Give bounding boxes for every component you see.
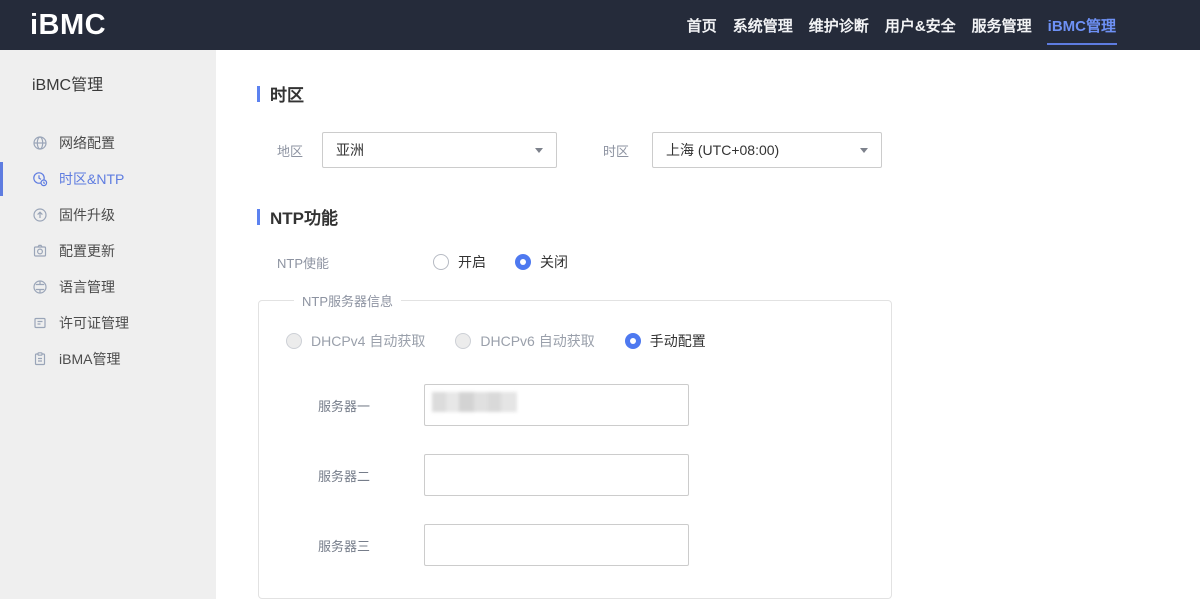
ntp-enable-on-radio[interactable]: 开启	[433, 252, 486, 272]
sidebar-item-label: 配置更新	[59, 241, 115, 261]
radio-checked-icon	[625, 333, 641, 349]
sidebar-item-label: 网络配置	[59, 133, 115, 153]
language-icon	[31, 279, 48, 296]
sidebar-item-label: 语言管理	[59, 277, 115, 297]
server-two-input-wrap	[424, 454, 689, 496]
server-one-input-wrap	[424, 384, 689, 426]
manual-config-radio[interactable]: 手动配置	[625, 331, 706, 351]
radio-unchecked-icon	[433, 254, 449, 270]
dhcpv4-auto-radio[interactable]: DHCPv4 自动获取	[286, 331, 425, 351]
sidebar-item-label: 时区&NTP	[59, 169, 124, 189]
sidebar-item-firmware-upgrade[interactable]: 固件升级	[0, 197, 216, 233]
region-select-value: 亚洲	[336, 140, 364, 160]
radio-checked-icon	[515, 254, 531, 270]
radio-disabled-icon	[286, 333, 302, 349]
nav-item-maintenance[interactable]: 维护诊断	[808, 0, 870, 50]
timezone-select[interactable]: 上海 (UTC+08:00)	[652, 132, 882, 168]
ntp-section: NTP功能 NTP使能 开启 关闭 NTP服务器信息 DHC	[257, 204, 1200, 599]
timezone-select-value: 上海 (UTC+08:00)	[666, 140, 779, 160]
timezone-section-title: 时区	[257, 50, 1200, 106]
nav-item-user-security[interactable]: 用户&安全	[884, 0, 957, 50]
sidebar-item-config-update[interactable]: 配置更新	[0, 233, 216, 269]
firmware-upgrade-icon	[31, 207, 48, 224]
sidebar-item-timezone-ntp[interactable]: 时区&NTP	[0, 161, 216, 197]
config-update-icon	[31, 243, 48, 260]
sidebar-item-network-config[interactable]: 网络配置	[0, 125, 216, 161]
timezone-form-row: 地区 亚洲 时区 上海 (UTC+08:00)	[257, 132, 1200, 168]
sidebar-menu: 网络配置 时区&NTP 固件升级	[0, 125, 216, 377]
server-three-row: 服务器三	[286, 524, 891, 566]
sidebar-item-label: 许可证管理	[59, 313, 129, 333]
timezone-clock-icon	[31, 171, 48, 188]
ntp-server-group-legend: NTP服务器信息	[294, 291, 401, 310]
dhcpv6-auto-radio[interactable]: DHCPv6 自动获取	[455, 331, 594, 351]
server-three-input[interactable]	[424, 524, 689, 566]
ntp-enable-label: NTP使能	[277, 253, 433, 272]
top-navigation: 首页 系统管理 维护诊断 用户&安全 服务管理 iBMC管理	[686, 0, 1117, 50]
top-bar: iBMC 首页 系统管理 维护诊断 用户&安全 服务管理 iBMC管理	[0, 0, 1200, 50]
nav-item-service[interactable]: 服务管理	[971, 0, 1033, 50]
server-three-input-wrap	[424, 524, 689, 566]
ntp-section-title: NTP功能	[257, 204, 1200, 229]
sidebar-item-license[interactable]: 许可证管理	[0, 305, 216, 341]
server-two-row: 服务器二	[286, 454, 891, 496]
server-one-input[interactable]	[424, 384, 689, 426]
title-accent-bar	[257, 86, 260, 102]
nav-item-system[interactable]: 系统管理	[732, 0, 794, 50]
main-content: 时区 地区 亚洲 时区 上海 (UTC+08:00) NTP功能	[216, 50, 1200, 599]
region-select[interactable]: 亚洲	[322, 132, 557, 168]
server-one-row: 服务器一	[286, 384, 891, 426]
sidebar-item-ibma[interactable]: iBMA管理	[0, 341, 216, 377]
ntp-server-group: NTP服务器信息 DHCPv4 自动获取 DHCPv6 自动获取 手动配置	[258, 291, 892, 599]
ntp-enable-off-radio[interactable]: 关闭	[515, 252, 568, 272]
sidebar-item-label: 固件升级	[59, 205, 115, 225]
sidebar: iBMC管理 网络配置 时区&NTP	[0, 50, 216, 599]
server-two-input[interactable]	[424, 454, 689, 496]
server-two-label: 服务器二	[318, 466, 424, 485]
server-one-label: 服务器一	[318, 396, 424, 415]
sidebar-item-label: iBMA管理	[59, 349, 120, 369]
server-three-label: 服务器三	[318, 536, 424, 555]
region-label: 地区	[277, 141, 322, 160]
chevron-down-icon	[535, 148, 543, 153]
nav-item-home[interactable]: 首页	[686, 0, 718, 50]
chevron-down-icon	[860, 148, 868, 153]
license-icon	[31, 315, 48, 332]
timezone-section: 时区 地区 亚洲 时区 上海 (UTC+08:00)	[257, 50, 1200, 168]
sidebar-item-language[interactable]: 语言管理	[0, 269, 216, 305]
timezone-label: 时区	[603, 141, 652, 160]
ntp-mode-row: DHCPv4 自动获取 DHCPv6 自动获取 手动配置	[286, 332, 891, 350]
title-accent-bar	[257, 209, 260, 225]
radio-disabled-icon	[455, 333, 471, 349]
sidebar-title: iBMC管理	[32, 76, 216, 96]
ibmc-logo: iBMC	[30, 9, 106, 42]
ntp-enable-row: NTP使能 开启 关闭	[257, 253, 1200, 271]
nav-item-ibmc-management[interactable]: iBMC管理	[1047, 0, 1117, 50]
ibmc-page: iBMC 首页 系统管理 维护诊断 用户&安全 服务管理 iBMC管理 iBMC…	[0, 0, 1200, 599]
ibma-clipboard-icon	[31, 351, 48, 368]
network-icon	[31, 135, 48, 152]
